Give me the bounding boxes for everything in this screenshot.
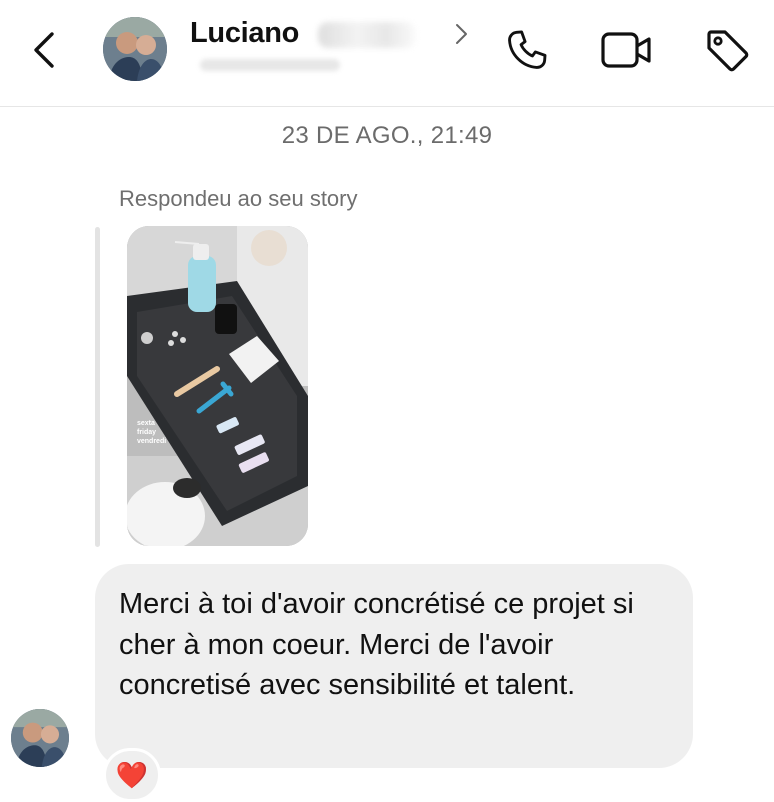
- message-timestamp: 23 DE AGO., 21:49: [281, 122, 493, 149]
- back-button[interactable]: [28, 28, 62, 72]
- story-caption-line: friday: [137, 429, 157, 436]
- phone-icon: [508, 30, 547, 69]
- contact-avatar[interactable]: [103, 17, 167, 81]
- video-camera-icon: [601, 32, 651, 68]
- heart-icon: ❤️: [115, 759, 149, 790]
- story-caption-line: vendredi: [137, 438, 167, 445]
- story-caption-line: sexta: [137, 420, 155, 427]
- redacted-username: [200, 59, 340, 71]
- tag-icon: [707, 30, 749, 72]
- message-bubble[interactable]: Merci à toi d'avoir concrétisé ce projet…: [95, 564, 693, 768]
- chat-header: Luciano: [0, 0, 774, 107]
- story-reply-label: Respondeu ao seu story: [119, 186, 358, 211]
- contact-name[interactable]: Luciano: [190, 17, 299, 50]
- reply-indicator-bar: [95, 227, 100, 547]
- redacted-surname: [318, 22, 416, 48]
- story-caption: sexta friday vendredi: [137, 419, 166, 446]
- video-call-button[interactable]: [600, 26, 654, 74]
- story-image: [127, 226, 308, 546]
- chevron-left-icon: [34, 32, 54, 68]
- chevron-right-icon: [456, 24, 467, 44]
- story-thumbnail[interactable]: sexta friday vendredi: [127, 226, 308, 546]
- tag-button[interactable]: [700, 26, 754, 74]
- sender-avatar[interactable]: [11, 709, 69, 767]
- message-text: Merci à toi d'avoir concrétisé ce projet…: [119, 588, 634, 701]
- call-button[interactable]: [500, 26, 554, 74]
- heart-reaction[interactable]: ❤️: [103, 748, 161, 802]
- profile-chevron[interactable]: [452, 20, 472, 48]
